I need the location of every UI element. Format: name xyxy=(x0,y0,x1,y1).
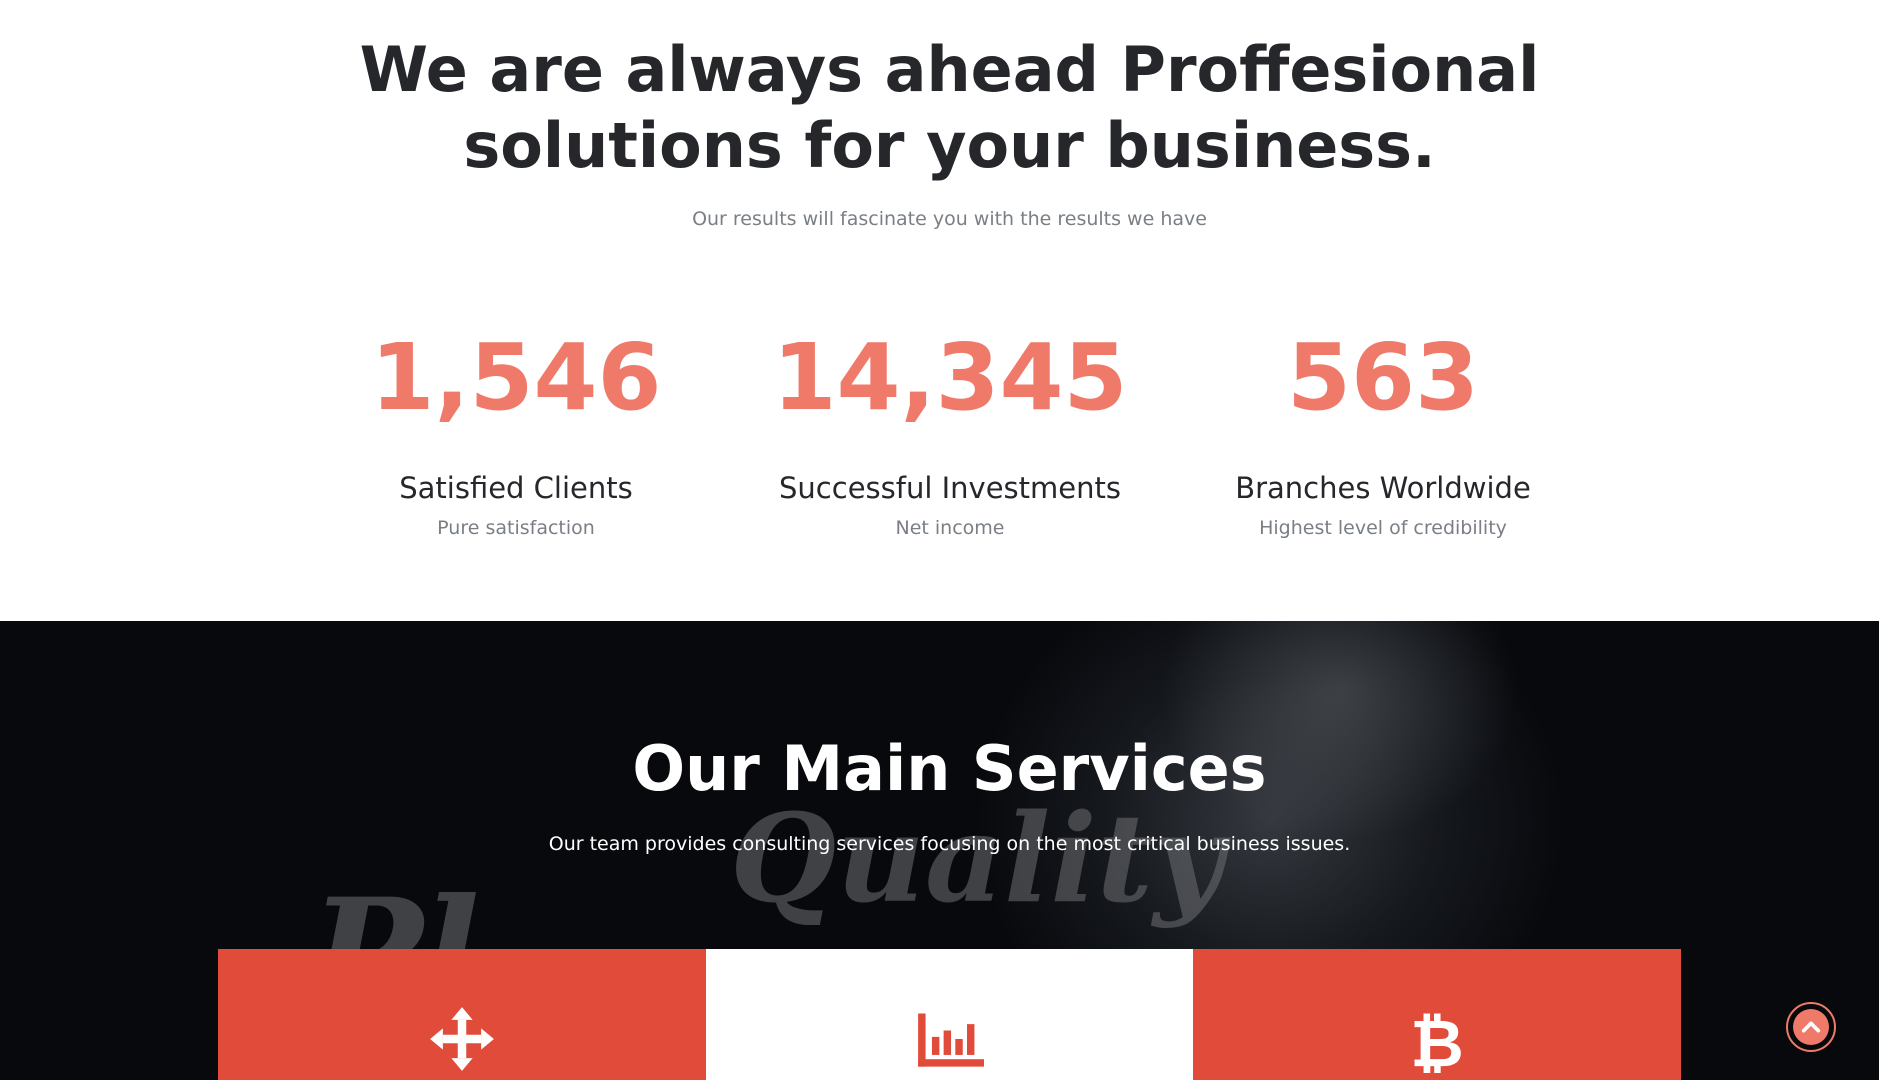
service-cards: ₿ xyxy=(218,949,1681,1080)
stat-value: 1,546 xyxy=(370,324,662,431)
background-word-quality: Quality xyxy=(730,786,1224,930)
bitcoin-icon: ₿ xyxy=(1410,1006,1464,1073)
services-section: Pl Quality Our Main Services Our team pr… xyxy=(0,621,1879,1080)
service-card-1[interactable] xyxy=(218,949,706,1080)
bar-chart-icon xyxy=(918,1013,984,1067)
stat-title: Successful Investments xyxy=(779,471,1121,505)
stat-branches-worldwide: 563 Branches Worldwide Highest level of … xyxy=(1163,318,1603,540)
section-headline: We are always ahead Proffesional solution… xyxy=(0,32,1879,184)
services-title: Our Main Services xyxy=(632,732,1267,805)
stat-successful-investments: 14,345 Successful Investments Net income xyxy=(730,318,1170,540)
section-subheading: Our results will fascinate you with the … xyxy=(692,208,1207,230)
stat-subtitle: Pure satisfaction xyxy=(437,517,595,539)
stat-value: 14,345 xyxy=(772,324,1128,431)
stat-subtitle: Net income xyxy=(895,517,1005,539)
arrows-move-icon xyxy=(430,1007,494,1071)
scroll-to-top-circle xyxy=(1793,1009,1829,1045)
stat-satisfied-clients: 1,546 Satisfied Clients Pure satisfactio… xyxy=(296,318,736,540)
headline-line-2: solutions for your business. xyxy=(463,109,1436,182)
stats-section: We are always ahead Proffesional solution… xyxy=(0,0,1879,621)
stat-title: Satisfied Clients xyxy=(399,471,633,505)
scroll-to-top-button[interactable] xyxy=(1786,1002,1836,1052)
service-card-2[interactable] xyxy=(706,949,1194,1080)
svg-text:₿: ₿ xyxy=(1410,1006,1464,1073)
stat-title: Branches Worldwide xyxy=(1235,471,1531,505)
services-subtitle: Our team provides consulting services fo… xyxy=(548,833,1351,855)
stat-subtitle: Highest level of credibility xyxy=(1259,517,1507,539)
headline-line-1: We are always ahead Proffesional xyxy=(359,33,1540,106)
service-card-3[interactable]: ₿ xyxy=(1193,949,1681,1080)
chevron-up-icon xyxy=(1801,1021,1821,1033)
stat-value: 563 xyxy=(1286,324,1480,431)
